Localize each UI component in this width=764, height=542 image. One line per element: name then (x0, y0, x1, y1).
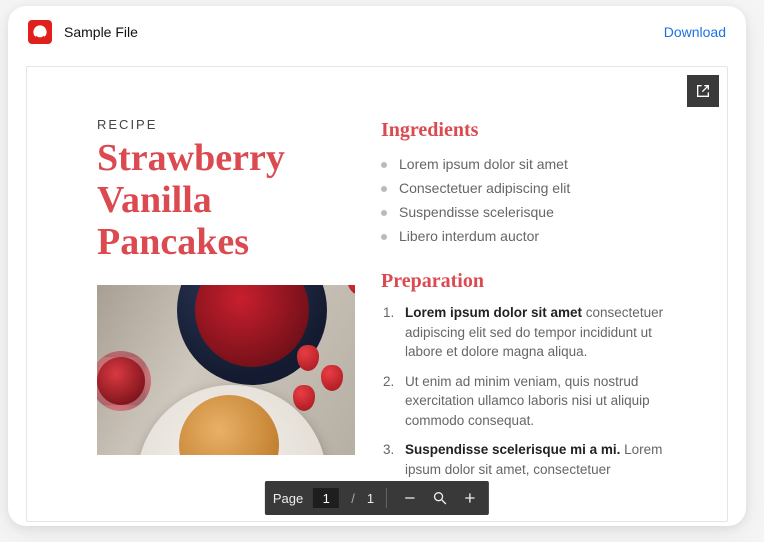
step-item: Ut enim ad minim veniam, quis nostrud ex… (381, 372, 677, 441)
file-name: Sample File (64, 24, 138, 40)
magnifier-icon (432, 490, 448, 506)
pdf-viewer: RECIPE Strawberry Vanilla Pancakes Ingre… (26, 66, 728, 522)
preparation-heading: Preparation (381, 270, 677, 293)
ingredient-item: Suspendisse scelerisque (381, 200, 677, 224)
ingredients-heading: Ingredients (381, 119, 677, 142)
download-link[interactable]: Download (664, 24, 726, 40)
zoom-reset-button[interactable] (429, 487, 451, 509)
preparation-steps: Lorem ipsum dolor sit amet consectetuer … (381, 303, 677, 490)
zoom-in-button[interactable] (459, 487, 481, 509)
pdf-file-icon (28, 20, 52, 44)
recipe-title: Strawberry Vanilla Pancakes (97, 138, 347, 263)
kicker: RECIPE (97, 117, 347, 132)
app-window: Sample File Download RECIPE Strawberry V… (8, 6, 746, 526)
left-column: RECIPE Strawberry Vanilla Pancakes (97, 117, 347, 521)
external-link-icon (695, 83, 711, 99)
minus-icon (402, 490, 418, 506)
page-toolbar: Page / 1 (265, 481, 489, 515)
header-bar: Sample File Download (8, 6, 746, 54)
ingredient-item: Lorem ipsum dolor sit amet (381, 152, 677, 176)
ingredient-item: Consectetuer adipiscing elit (381, 176, 677, 200)
document-page: RECIPE Strawberry Vanilla Pancakes Ingre… (27, 67, 727, 521)
step-item: Lorem ipsum dolor sit amet consectetuer … (381, 303, 677, 372)
zoom-out-button[interactable] (399, 487, 421, 509)
ingredients-list: Lorem ipsum dolor sit amet Consectetuer … (381, 152, 677, 248)
toolbar-divider (386, 488, 387, 508)
ingredient-item: Libero interdum auctor (381, 224, 677, 248)
popout-button[interactable] (687, 75, 719, 107)
plus-icon (462, 490, 478, 506)
total-pages: 1 (367, 491, 374, 506)
page-label: Page (273, 491, 303, 506)
page-separator: / (351, 491, 355, 506)
right-column: Ingredients Lorem ipsum dolor sit amet C… (381, 117, 677, 521)
page-number-input[interactable] (313, 488, 339, 508)
recipe-photo (97, 285, 355, 455)
